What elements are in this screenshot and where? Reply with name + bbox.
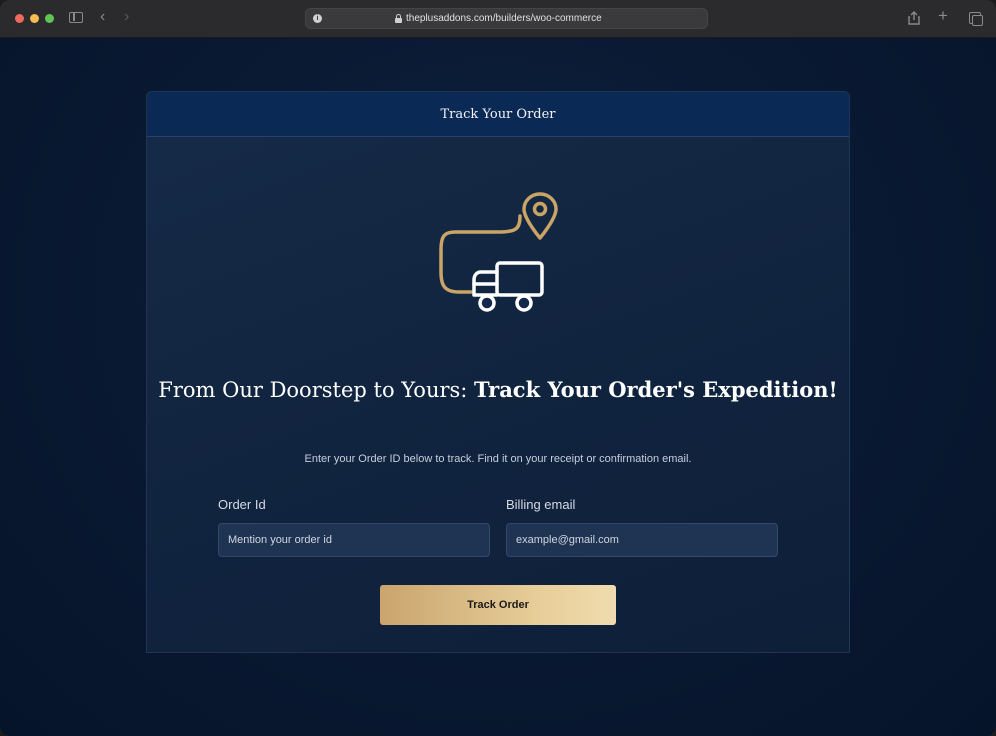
headline-bold: Track Your Order's Expedition! [474, 377, 838, 402]
billing-email-input[interactable] [506, 523, 778, 557]
delivery-illustration [439, 192, 558, 312]
new-tab-icon[interactable]: + [938, 7, 948, 24]
route-path-icon [439, 214, 522, 294]
card-header: Track Your Order [147, 92, 849, 137]
url-text[interactable]: theplusaddons.com/builders/woo-commerce [406, 13, 602, 24]
headline-light: From Our Doorstep to Yours: [158, 378, 475, 402]
back-icon[interactable]: ‹ [100, 9, 105, 25]
forward-icon[interactable]: › [124, 9, 129, 25]
address-bar[interactable]: i theplusaddons.com/builders/woo-commerc… [305, 8, 708, 29]
info-icon[interactable]: i [313, 14, 322, 23]
close-window-button[interactable] [15, 14, 24, 23]
location-pin-icon [522, 192, 558, 240]
sidebar-icon[interactable] [69, 12, 83, 23]
tabs-overview-icon[interactable] [969, 12, 983, 26]
subtitle: Enter your Order ID below to track. Find… [304, 453, 692, 465]
share-icon[interactable] [908, 11, 920, 25]
maximize-window-button[interactable] [45, 14, 54, 23]
headline: From Our Doorstep to Yours: Track Your O… [147, 372, 849, 408]
delivery-truck-icon [472, 261, 544, 312]
order-id-input[interactable] [218, 523, 490, 557]
browser-toolbar: ‹ › i theplusaddons.com/builders/woo-com… [0, 0, 996, 38]
track-order-button[interactable]: Track Order [380, 585, 616, 625]
order-id-label: Order Id [218, 497, 266, 512]
billing-email-label: Billing email [506, 497, 576, 512]
track-order-card: Track Your Order From Our Doorstep to Yo… [146, 91, 850, 653]
card-header-title: Track Your Order [440, 106, 556, 122]
lock-icon [395, 14, 402, 23]
browser-window: ‹ › i theplusaddons.com/builders/woo-com… [0, 0, 996, 736]
minimize-window-button[interactable] [30, 14, 39, 23]
